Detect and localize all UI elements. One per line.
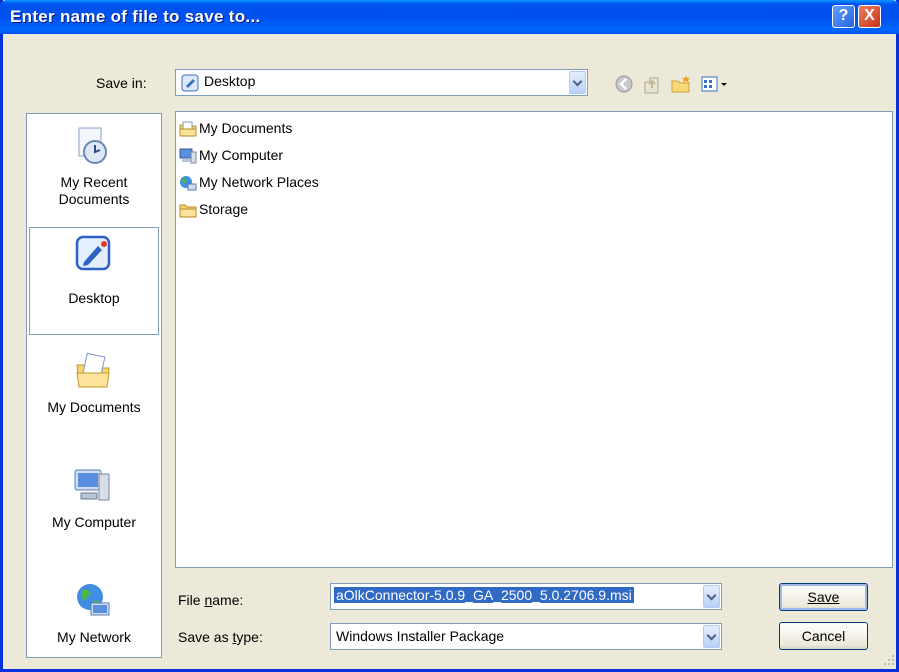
my-network-icon: [77, 584, 110, 616]
resize-grip-icon[interactable]: [883, 654, 896, 667]
dialog-title: Enter name of file to save to...: [10, 7, 261, 26]
view-menu-icon[interactable]: [700, 73, 732, 95]
close-button[interactable]: X: [858, 5, 881, 28]
file-name-input-value[interactable]: aOlkConnector-5.0.9_GA_2500_5.0.2706.9.m…: [334, 587, 634, 603]
file-name: My Network Places: [199, 174, 319, 190]
place-my-computer[interactable]: My Computer: [29, 454, 159, 562]
new-folder-icon[interactable]: [670, 73, 692, 95]
save-as-type-label: Save as type:: [178, 629, 263, 645]
save-dialog: Enter name of file to save to... ? X Sav…: [0, 0, 899, 672]
place-my-documents[interactable]: My Documents: [29, 339, 159, 447]
place-my-recent-documents[interactable]: My Recent Documents: [29, 114, 159, 222]
file-name-label: File name:: [178, 592, 244, 608]
chevron-down-icon[interactable]: [703, 625, 720, 648]
folder-icon: [179, 204, 197, 218]
chevron-down-icon[interactable]: [569, 71, 586, 94]
network-places-icon: [180, 176, 197, 191]
file-name-field[interactable]: aOlkConnector-5.0.9_GA_2500_5.0.2706.9.m…: [330, 583, 722, 610]
back-icon[interactable]: [613, 73, 635, 95]
save-as-type-dropdown[interactable]: Windows Installer Package: [330, 623, 722, 650]
list-item[interactable]: Storage: [179, 198, 248, 220]
place-desktop[interactable]: Desktop: [29, 227, 159, 335]
file-name: My Documents: [199, 120, 293, 136]
list-item[interactable]: My Documents: [179, 117, 292, 139]
computer-icon: [179, 148, 197, 164]
file-list: My Documents My Computer My Network Plac…: [175, 111, 893, 568]
file-name: My Computer: [199, 147, 284, 163]
place-label: Desktop: [68, 290, 120, 306]
save-button[interactable]: Save: [779, 583, 868, 611]
list-item[interactable]: My Network Places: [179, 171, 319, 193]
place-label: My Documents: [47, 399, 141, 415]
list-item[interactable]: My Computer: [179, 144, 283, 166]
recent-documents-icon: [78, 127, 107, 164]
up-folder-icon[interactable]: [641, 73, 663, 95]
documents-folder-icon: [179, 121, 197, 137]
chevron-down-icon[interactable]: [703, 585, 720, 608]
help-button[interactable]: ?: [832, 5, 855, 28]
save-in-value: Desktop: [204, 73, 256, 89]
save-in-label: Save in:: [96, 75, 147, 91]
my-computer-icon: [74, 469, 110, 501]
places-bar: My Recent Documents Desktop My Documents: [26, 113, 162, 658]
save-as-type-value: Windows Installer Package: [336, 628, 505, 644]
my-documents-icon: [76, 352, 110, 388]
desktop-icon: [75, 235, 111, 271]
place-my-network[interactable]: My Network: [29, 569, 159, 657]
place-label: Documents: [58, 191, 130, 207]
file-name: Storage: [199, 201, 249, 217]
title-bar: Enter name of file to save to... ? X: [0, 0, 899, 34]
place-label: My Recent: [60, 174, 128, 190]
desktop-small-icon: [181, 74, 199, 92]
cancel-button[interactable]: Cancel: [779, 622, 868, 650]
place-label: My Computer: [51, 514, 137, 530]
save-in-dropdown[interactable]: Desktop: [175, 69, 588, 96]
place-label: My Network: [57, 629, 131, 645]
